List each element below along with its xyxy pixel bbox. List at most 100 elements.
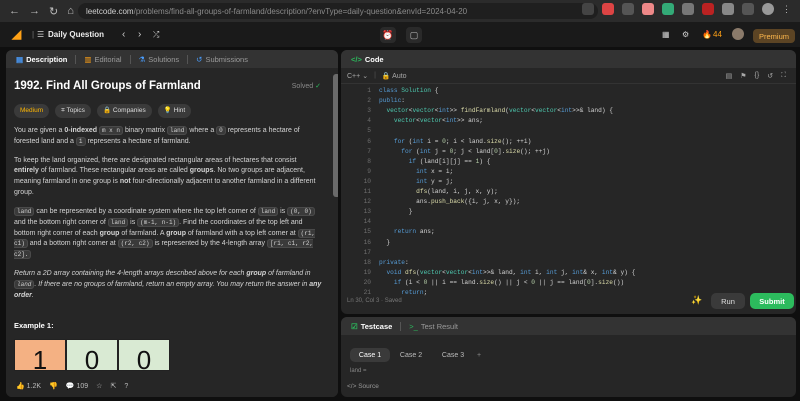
case-3-tab[interactable]: Case 3 [435, 348, 471, 362]
braces-icon[interactable]: {} [755, 72, 760, 80]
bookmark-icon[interactable]: ⚑ [740, 72, 746, 80]
url-host: leetcode.com [86, 6, 134, 16]
premium-button[interactable]: Premium [753, 29, 795, 43]
extension-icon[interactable] [742, 3, 754, 15]
leetcode-navbar: ◢ | ☰ Daily Question ‹ › ⤮ ⏰ ▢ ▦ ⚙ 🔥 44 [0, 22, 800, 47]
line-number: 15 [363, 228, 371, 236]
share-button[interactable]: ⇱ [110, 382, 116, 390]
tab-description[interactable]: ▤ Description [12, 55, 71, 64]
chip-label: Topics [66, 106, 85, 114]
dislike-button[interactable]: 👎 [49, 382, 58, 390]
code-line: void dfs(vector<vector<int>>& land, int … [386, 268, 636, 276]
extension-icon[interactable] [682, 3, 694, 15]
fullscreen-icon[interactable]: ⛶ [781, 72, 786, 80]
text: where a [187, 126, 217, 134]
line-number: 1 [367, 87, 371, 94]
code-line: for (int j = 0; j < land[0].size(); ++j) [401, 147, 550, 155]
problem-tags: Medium ⌗ Topics 🔒 Companies 💡 Hint [14, 103, 323, 118]
code-editor[interactable]: 1 class Solution {2 public: 3 vector<vector… [341, 84, 796, 314]
help-button[interactable]: ? [124, 383, 128, 390]
text: group [246, 270, 267, 278]
tab-editorial[interactable]: ▥ Editorial [80, 55, 125, 64]
comments-count: 109 [76, 383, 89, 390]
forward-icon[interactable]: → [29, 5, 40, 18]
case-2-tab[interactable]: Case 2 [393, 348, 429, 362]
profile-avatar[interactable] [762, 3, 774, 15]
text: To keep the land organized, there are de… [14, 156, 297, 164]
extension-icon[interactable] [582, 3, 594, 15]
code-line: public: [379, 97, 405, 105]
reset-icon[interactable]: ↺ [767, 72, 773, 80]
layout-icon[interactable]: ▦ [662, 30, 670, 39]
book-icon: ▥ [84, 54, 92, 64]
line-number: 13 [363, 208, 371, 216]
home-icon[interactable]: ⌂ [67, 5, 74, 18]
extension-icon[interactable] [662, 3, 674, 15]
text: group [99, 229, 120, 237]
source-link[interactable]: </> Source [347, 383, 379, 390]
extension-icon[interactable] [722, 3, 734, 15]
text: . If there are no groups of farmland, re… [34, 281, 310, 288]
favorite-button[interactable]: ☆ [96, 382, 102, 390]
list-icon[interactable]: ☰ [37, 30, 44, 39]
text: can be represented by a coordinate syste… [34, 207, 258, 215]
back-icon[interactable]: ← [9, 5, 20, 18]
notes-icon[interactable]: ▢ [406, 27, 422, 43]
comments-button[interactable]: 💬 109 [66, 382, 88, 390]
thumbs-down-icon: 👎 [49, 383, 58, 390]
language-select[interactable]: C++ ⌄ [347, 72, 368, 80]
daily-question-link[interactable]: Daily Question [48, 30, 104, 39]
hint-chip[interactable]: 💡 Hint [157, 103, 192, 118]
line-number: 11 [363, 188, 371, 195]
sparkle-icon[interactable]: ✨ [691, 295, 702, 306]
description-scrollbar[interactable] [333, 74, 338, 197]
debug-icon[interactable]: ⏰ [380, 27, 396, 43]
text: is [278, 207, 288, 215]
auto-mode[interactable]: 🔒 Auto [382, 72, 407, 80]
like-button[interactable]: 👍 1.2K [16, 382, 41, 390]
text: group [166, 229, 186, 237]
tab-testcase[interactable]: ☑ Testcase [347, 322, 396, 331]
description-panel: ▤ Description ▥ Editorial ⚗ Solutions ↺ Subm… [6, 50, 338, 397]
extensions: ⋮ [582, 3, 794, 15]
companies-chip[interactable]: 🔒 Companies [96, 103, 152, 118]
leetcode-logo-icon[interactable]: ◢ [12, 28, 24, 40]
divider [129, 54, 131, 64]
add-case-icon[interactable]: + [473, 348, 485, 362]
tab-submissions[interactable]: ↺ Submissions [192, 55, 252, 64]
code-panel: </> Code C++ ⌄ | 🔒 Auto ▤ ⚑ {} ↺ ⛶ 1 class… [341, 50, 796, 314]
notes-icon[interactable]: ▤ [726, 72, 733, 80]
code-line: } [379, 238, 391, 246]
tab-solutions[interactable]: ⚗ Solutions [135, 55, 184, 64]
extension-icon[interactable] [642, 3, 654, 15]
line-number: 19 [363, 268, 371, 276]
extension-icon[interactable] [702, 3, 714, 15]
topics-chip[interactable]: ⌗ Topics [55, 103, 91, 118]
extension-icon[interactable] [602, 3, 614, 15]
settings-gear-icon[interactable]: ⚙ [682, 30, 689, 39]
testcase-panel: ☑ Testcase >_ Test Result Case 1 Case 2 Ca… [341, 317, 796, 397]
more-icon[interactable]: ⋮ [782, 3, 794, 15]
difficulty-badge: Medium [14, 103, 50, 118]
prev-problem-icon[interactable]: ‹ [122, 29, 125, 40]
solved-label: Solved [291, 83, 314, 90]
case-1-tab[interactable]: Case 1 [350, 348, 390, 362]
code-line: int x = i; [416, 167, 454, 175]
code-panel-header: </> Code [341, 50, 796, 68]
address-bar[interactable]: leetcode.com/problems/find-all-groups-of… [78, 3, 598, 19]
text: groups [189, 167, 214, 175]
user-avatar[interactable] [732, 28, 744, 40]
run-button[interactable]: Run [711, 293, 745, 309]
submit-button[interactable]: Submit [750, 293, 794, 309]
tab-test-result[interactable]: >_ Test Result [405, 322, 462, 331]
save-status: Saved [384, 298, 402, 304]
text: represents a hectare of farmland. [85, 137, 191, 145]
tag-icon: ⌗ [61, 106, 65, 114]
tab-code[interactable]: </> Code [347, 55, 388, 64]
shuffle-icon[interactable]: ⤮ [153, 30, 159, 40]
inline-code: 0 [216, 125, 226, 135]
extension-icon[interactable] [622, 3, 634, 15]
reload-icon[interactable]: ↻ [49, 5, 58, 18]
next-problem-icon[interactable]: › [138, 29, 141, 40]
line-number: 18 [363, 258, 371, 266]
